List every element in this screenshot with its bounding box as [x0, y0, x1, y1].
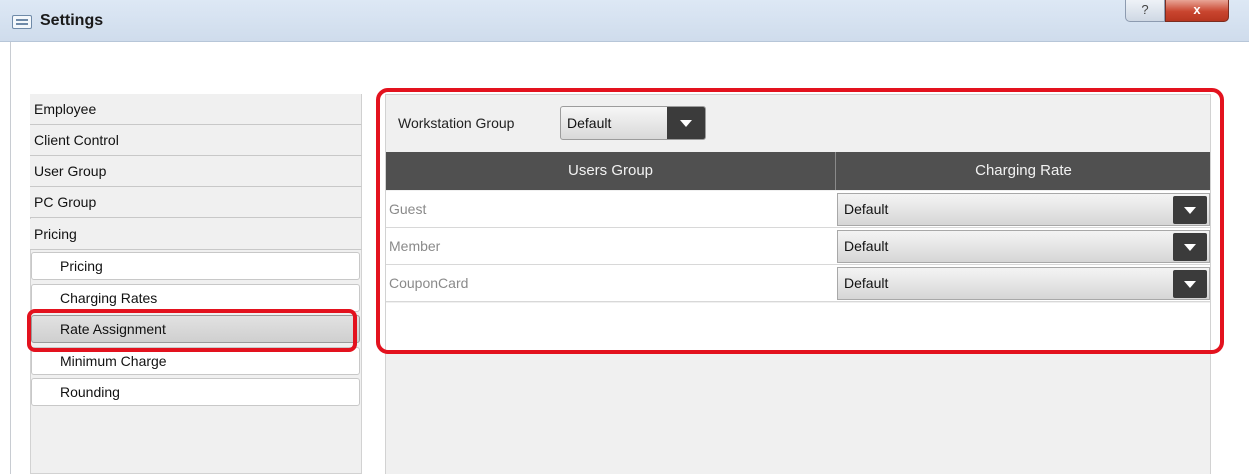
- dropdown-button[interactable]: [1173, 196, 1207, 224]
- chevron-down-icon: [1184, 244, 1196, 251]
- column-header-users-group[interactable]: Users Group: [386, 152, 836, 190]
- help-button[interactable]: ?: [1125, 0, 1165, 22]
- workstation-group-select[interactable]: Default: [560, 106, 706, 140]
- charging-rate-select[interactable]: Default: [837, 193, 1210, 226]
- nav-item-client-control[interactable]: Client Control: [30, 125, 362, 156]
- charging-rate-value: Default: [844, 238, 889, 254]
- chevron-down-icon: [680, 120, 692, 127]
- dropdown-button[interactable]: [667, 107, 705, 139]
- nav-item-pc-group[interactable]: PC Group: [30, 187, 362, 218]
- users-group-cell: CouponCard: [389, 275, 469, 291]
- table-row: CouponCard Default: [386, 265, 1210, 302]
- window-title: Settings: [40, 12, 104, 29]
- close-button[interactable]: x: [1165, 0, 1229, 22]
- chevron-down-icon: [1184, 281, 1196, 288]
- charging-rate-select[interactable]: Default: [837, 267, 1210, 300]
- settings-window-icon: [12, 15, 32, 29]
- sub-item-rate-assignment[interactable]: Rate Assignment: [31, 315, 360, 343]
- title-bar: Settings ? x: [0, 0, 1249, 42]
- workstation-group-value: Default: [567, 115, 612, 131]
- table-row: Member Default: [386, 228, 1210, 265]
- charging-rate-value: Default: [844, 201, 889, 217]
- sub-item-minimum-charge[interactable]: Minimum Charge: [31, 347, 360, 375]
- users-group-cell: Member: [389, 238, 441, 254]
- dropdown-button[interactable]: [1173, 270, 1207, 298]
- chevron-down-icon: [1184, 207, 1196, 214]
- charging-rate-value: Default: [844, 275, 889, 291]
- charging-rate-select[interactable]: Default: [837, 230, 1210, 263]
- sub-item-pricing[interactable]: Pricing: [31, 252, 360, 280]
- nav-item-pricing[interactable]: Pricing: [30, 219, 362, 250]
- table-row: Guest Default: [386, 191, 1210, 228]
- workstation-group-label: Workstation Group: [398, 115, 515, 131]
- sub-item-rounding[interactable]: Rounding: [31, 378, 360, 406]
- users-group-cell: Guest: [389, 201, 427, 217]
- dropdown-button[interactable]: [1173, 233, 1207, 261]
- grid-header: Users Group Charging Rate: [386, 152, 1210, 190]
- sub-item-charging-rates[interactable]: Charging Rates: [31, 284, 360, 312]
- nav-item-employee[interactable]: Employee: [30, 94, 362, 125]
- nav-item-user-group[interactable]: User Group: [30, 156, 362, 187]
- grid-empty-area: [386, 303, 1210, 353]
- column-header-charging-rate[interactable]: Charging Rate: [837, 152, 1210, 190]
